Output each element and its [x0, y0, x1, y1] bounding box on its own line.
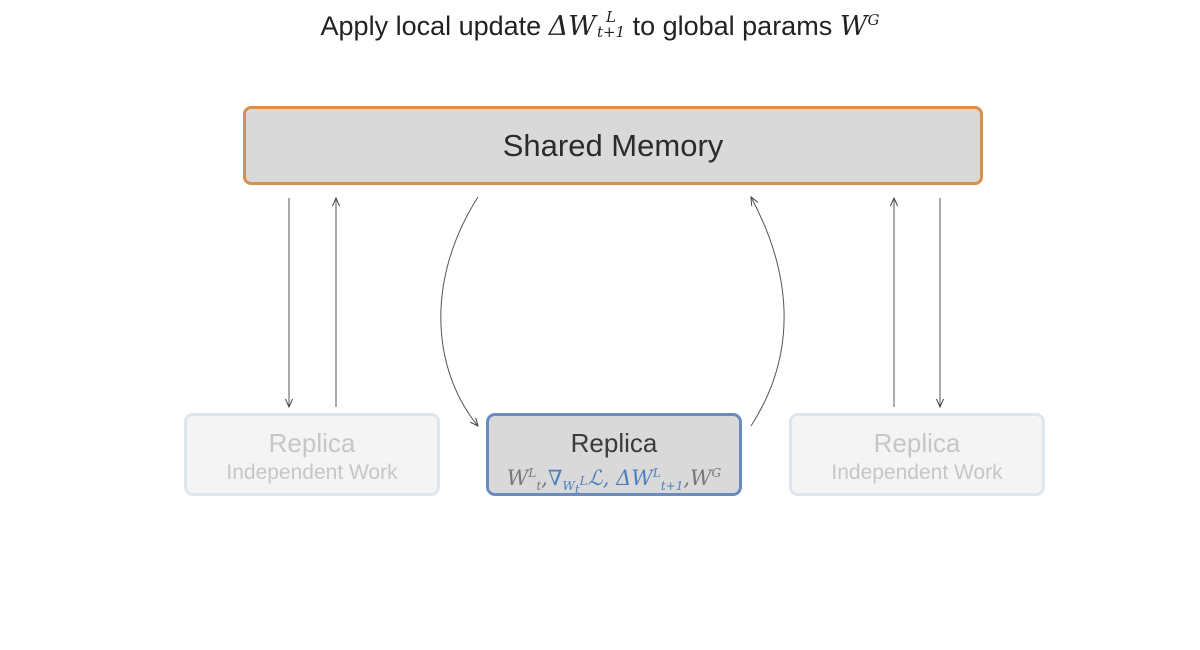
center-read-arrow [440, 196, 478, 426]
center-write-arrow [751, 197, 785, 427]
connection-arrows [0, 0, 1200, 650]
